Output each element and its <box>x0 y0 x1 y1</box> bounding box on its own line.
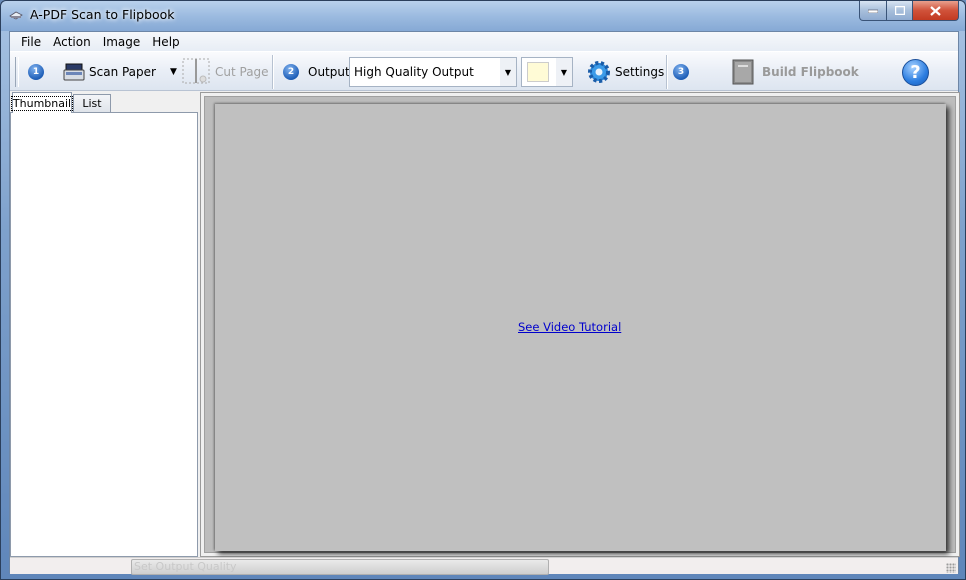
close-icon <box>930 5 941 16</box>
resize-grip[interactable] <box>946 563 956 573</box>
tab-thumbnail[interactable]: Thumbnail <box>10 92 74 113</box>
menu-action[interactable]: Action <box>47 35 97 49</box>
toolbar-separator <box>272 55 274 89</box>
client-area: File Action Image Help 1 Scan Paper ▼ Cu… <box>9 31 960 575</box>
video-tutorial-link[interactable]: See Video Tutorial <box>518 320 621 334</box>
toolbar: 1 Scan Paper ▼ Cut Page 2 Output: High Q… <box>10 51 958 91</box>
status-bar: Set Output Quality <box>10 557 958 575</box>
scan-dropdown-arrow-icon[interactable]: ▼ <box>170 67 177 77</box>
settings-label: Settings <box>615 65 665 79</box>
menu-file[interactable]: File <box>15 35 47 49</box>
output-quality-value: High Quality Output <box>354 65 474 79</box>
output-quality-select[interactable]: High Quality Output ▼ <box>349 57 517 87</box>
cut-page-label: Cut Page <box>215 65 269 79</box>
scan-paper-button[interactable]: Scan Paper ▼ <box>63 60 177 84</box>
gear-icon <box>588 61 610 83</box>
menu-bar: File Action Image Help <box>10 32 958 51</box>
chevron-down-icon[interactable]: ▼ <box>500 58 516 86</box>
help-button[interactable]: ? <box>902 59 929 86</box>
app-window: A-PDF Scan to Flipbook File Action Image… <box>0 0 966 580</box>
minimize-button[interactable] <box>859 1 887 21</box>
viewer-canvas: See Video Tutorial <box>204 96 956 553</box>
step-1-badge: 1 <box>28 64 44 80</box>
tab-list[interactable]: List <box>73 94 111 112</box>
thumbnail-list[interactable] <box>10 112 198 557</box>
book-icon <box>732 59 754 85</box>
step-3-badge: 3 <box>673 64 689 80</box>
title-bar[interactable]: A-PDF Scan to Flipbook <box>1 1 965 31</box>
menu-image[interactable]: Image <box>97 35 147 49</box>
menu-help[interactable]: Help <box>146 35 185 49</box>
left-panel: Thumbnail List <box>10 92 198 557</box>
scanner-icon <box>63 63 85 81</box>
chevron-down-icon[interactable]: ▼ <box>556 58 572 86</box>
maximize-button[interactable] <box>887 1 913 21</box>
build-flipbook-button[interactable]: Build Flipbook ▼ <box>732 59 908 85</box>
panel-tabs: Thumbnail List <box>10 92 198 113</box>
step-2-badge: 2 <box>283 64 299 80</box>
scan-paper-label: Scan Paper <box>89 65 156 79</box>
tab-list-label: List <box>82 97 102 110</box>
scanner-app-icon <box>9 11 23 20</box>
progress-bar: Set Output Quality <box>131 559 549 575</box>
output-label: Output: <box>308 65 354 79</box>
background-color-picker[interactable]: ▼ <box>521 57 573 87</box>
close-button[interactable] <box>913 1 959 21</box>
build-flipbook-label: Build Flipbook <box>762 65 859 79</box>
tab-thumbnail-label: Thumbnail <box>10 95 74 111</box>
cut-page-button[interactable]: Cut Page <box>182 58 269 84</box>
color-swatch <box>527 62 549 82</box>
maximize-icon <box>894 6 905 15</box>
toolbar-separator <box>666 55 668 89</box>
page-viewer: See Video Tutorial <box>200 92 960 557</box>
page-preview: See Video Tutorial <box>215 104 946 551</box>
minimize-icon <box>868 9 878 13</box>
settings-button[interactable]: Settings <box>587 60 664 84</box>
toolbar-grip[interactable] <box>15 57 19 87</box>
cut-page-icon <box>182 58 210 84</box>
window-title: A-PDF Scan to Flipbook <box>30 7 175 22</box>
